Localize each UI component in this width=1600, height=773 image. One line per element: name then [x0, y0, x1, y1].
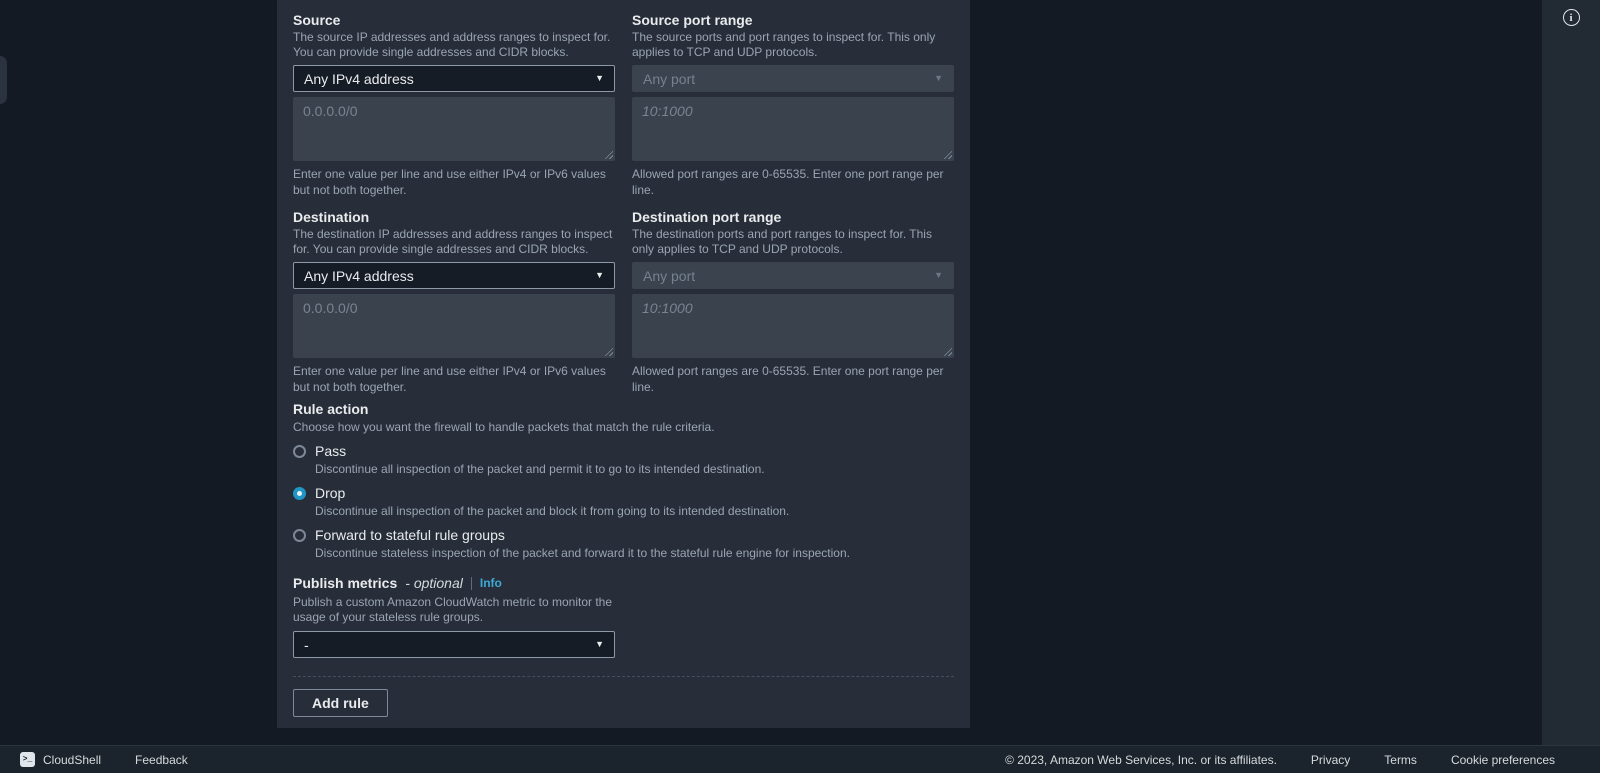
- rule-action-description: Choose how you want the firewall to hand…: [293, 420, 715, 434]
- terms-link[interactable]: Terms: [1384, 753, 1417, 767]
- tools-rail: i: [1542, 0, 1600, 745]
- destination-field-group: Destination The destination IP addresses…: [293, 209, 615, 395]
- chevron-down-icon: ▼: [595, 639, 604, 649]
- destination-helper-text: Enter one value per line and use either …: [293, 364, 606, 394]
- source-port-dropdown-value: Any port: [643, 70, 696, 87]
- cookie-preferences-link[interactable]: Cookie preferences: [1451, 753, 1555, 767]
- destination-port-dropdown: Any port ▼: [632, 262, 954, 289]
- radio-drop-label: Drop: [315, 485, 346, 501]
- radio-drop[interactable]: Drop: [293, 485, 954, 502]
- radio-forward[interactable]: Forward to stateful rule groups: [293, 527, 954, 544]
- chevron-down-icon: ▼: [595, 270, 604, 280]
- destination-dropdown-value: Any IPv4 address: [304, 267, 414, 284]
- source-port-dropdown: Any port ▼: [632, 65, 954, 92]
- source-port-textarea: [632, 97, 954, 161]
- publish-metrics-section: Publish metrics - optional Info Publish …: [293, 575, 954, 658]
- feedback-link[interactable]: Feedback: [135, 753, 188, 767]
- chevron-down-icon: ▼: [934, 73, 943, 83]
- info-link[interactable]: Info: [480, 576, 502, 590]
- destination-dropdown[interactable]: Any IPv4 address ▼: [293, 262, 615, 289]
- radio-pass[interactable]: Pass: [293, 443, 954, 460]
- chevron-down-icon: ▼: [595, 73, 604, 83]
- cloudshell-label: CloudShell: [43, 752, 102, 767]
- radio-pass-label: Pass: [315, 443, 347, 459]
- source-helper-text: Enter one value per line and use either …: [293, 167, 606, 197]
- destination-addresses-textarea: [293, 294, 615, 358]
- publish-metrics-label: Publish metrics: [293, 575, 398, 591]
- optional-suffix: - optional: [405, 575, 463, 591]
- radio-drop-description: Discontinue all inspection of the packet…: [315, 504, 790, 518]
- radio-button-icon[interactable]: [293, 529, 306, 542]
- source-dropdown-value: Any IPv4 address: [304, 70, 414, 87]
- label-separator: [470, 576, 472, 590]
- source-port-helper-text: Allowed port ranges are 0-65535. Enter o…: [632, 167, 944, 197]
- publish-metrics-dropdown-value: -: [304, 636, 309, 653]
- privacy-link[interactable]: Privacy: [1311, 753, 1350, 767]
- radio-forward-description: Discontinue stateless inspection of the …: [315, 546, 850, 560]
- destination-label: Destination: [293, 209, 370, 225]
- destination-port-textarea: [632, 294, 954, 358]
- chevron-down-icon: ▼: [934, 270, 943, 280]
- cloudshell-button[interactable]: >_ CloudShell: [20, 752, 101, 767]
- console-footer: >_ CloudShell Feedback © 2023, Amazon We…: [0, 745, 1600, 773]
- copyright-text: © 2023, Amazon Web Services, Inc. or its…: [1005, 752, 1277, 767]
- destination-port-field-group: Destination port range The destination p…: [632, 209, 954, 395]
- publish-metrics-dropdown[interactable]: - ▼: [293, 631, 615, 658]
- add-rule-button[interactable]: Add rule: [293, 689, 388, 717]
- source-dropdown[interactable]: Any IPv4 address ▼: [293, 65, 615, 92]
- source-port-description: The source ports and port ranges to insp…: [632, 30, 936, 59]
- info-icon[interactable]: i: [1562, 9, 1580, 26]
- rule-action-option-drop: Drop Discontinue all inspection of the p…: [293, 485, 954, 519]
- radio-pass-description: Discontinue all inspection of the packet…: [315, 462, 765, 476]
- stateless-rule-form-panel: Source The source IP addresses and addre…: [277, 0, 970, 728]
- destination-description: The destination IP addresses and address…: [293, 227, 613, 256]
- address-port-field-grid: Source The source IP addresses and addre…: [293, 12, 954, 395]
- source-field-group: Source The source IP addresses and addre…: [293, 12, 615, 198]
- source-port-field-group: Source port range The source ports and p…: [632, 12, 954, 198]
- destination-port-dropdown-value: Any port: [643, 267, 696, 284]
- rule-action-label: Rule action: [293, 401, 369, 417]
- source-addresses-textarea: [293, 97, 615, 161]
- radio-button-icon[interactable]: [293, 487, 306, 500]
- destination-port-description: The destination ports and port ranges to…: [632, 227, 932, 256]
- destination-port-label: Destination port range: [632, 209, 782, 225]
- destination-port-helper-text: Allowed port ranges are 0-65535. Enter o…: [632, 364, 944, 394]
- rule-action-option-pass: Pass Discontinue all inspection of the p…: [293, 443, 954, 477]
- rule-action-option-forward: Forward to stateful rule groups Disconti…: [293, 527, 954, 561]
- publish-metrics-description: Publish a custom Amazon CloudWatch metri…: [293, 595, 613, 624]
- rule-action-section: Rule action Choose how you want the fire…: [293, 401, 954, 561]
- radio-forward-label: Forward to stateful rule groups: [315, 527, 505, 543]
- source-port-label: Source port range: [632, 12, 753, 28]
- source-description: The source IP addresses and address rang…: [293, 30, 611, 59]
- source-label: Source: [293, 12, 341, 28]
- cloudshell-terminal-icon: >_: [20, 752, 35, 767]
- side-nav-toggle-tab[interactable]: [0, 56, 7, 104]
- radio-button-icon[interactable]: [293, 445, 306, 458]
